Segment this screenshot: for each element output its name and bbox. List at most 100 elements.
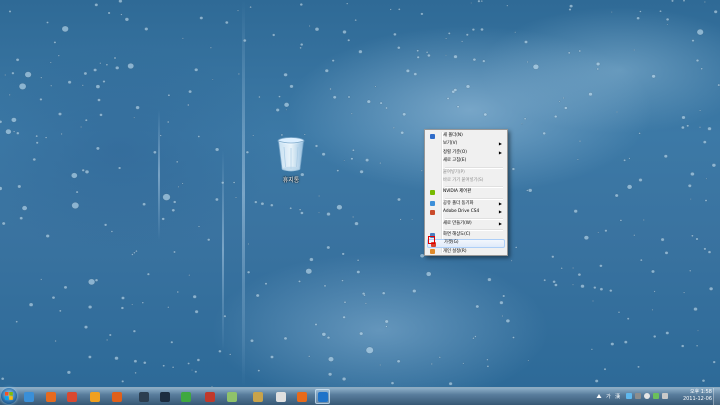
raindrop	[614, 193, 619, 198]
context-menu-item[interactable]: 보기(V) ▶	[427, 140, 505, 148]
context-menu-item[interactable]: 새 폴더(N)	[427, 132, 505, 140]
raindrop	[44, 136, 48, 139]
raindrop	[121, 296, 125, 300]
context-menu-item[interactable]: 개인 설정(R)	[427, 248, 505, 256]
raindrop	[95, 146, 100, 151]
raindrop	[624, 340, 628, 344]
taskbar-app-button[interactable]	[109, 389, 124, 404]
taskbar-app-button[interactable]	[202, 389, 217, 404]
raindrop	[446, 97, 450, 100]
raindrop	[308, 355, 311, 358]
context-menu-item[interactable]: 붙여넣기(P)	[427, 169, 505, 177]
context-menu-item[interactable]: 바로 가기 붙여넣기(S)	[427, 177, 505, 185]
raindrop	[182, 37, 184, 40]
submenu-arrow-icon: ▶	[498, 149, 502, 155]
raindrop	[8, 10, 12, 13]
raindrop	[551, 255, 555, 259]
raindrop	[245, 150, 249, 154]
raindrop	[583, 235, 589, 240]
taskbar-app-button[interactable]	[315, 389, 330, 404]
raindrop	[341, 252, 345, 256]
taskbar-app-button[interactable]	[157, 389, 172, 404]
raindrop	[700, 67, 703, 70]
raindrop	[703, 1, 706, 3]
raindrop	[131, 253, 134, 256]
raindrop	[1, 377, 5, 381]
taskbar-app-button[interactable]	[43, 389, 58, 404]
raindrop	[552, 280, 556, 284]
raindrop	[558, 100, 561, 103]
context-menu-item[interactable]: 화면 해상도(C)	[427, 231, 505, 239]
raindrop	[343, 301, 347, 304]
taskbar-app-button[interactable]	[21, 389, 36, 404]
raindrop	[237, 73, 240, 75]
menu-item-label: 화면 해상도(C)	[443, 231, 471, 237]
taskbar-app-button[interactable]	[224, 389, 239, 404]
taskbar-clock[interactable]: 오후 1:58 2011-12-06	[683, 389, 712, 403]
raindrop	[323, 284, 327, 288]
raindrop	[594, 379, 599, 383]
taskbar-app-button[interactable]	[273, 389, 288, 404]
raindrop	[167, 306, 170, 309]
taskbar-app-button[interactable]	[64, 389, 79, 404]
raindrop	[247, 270, 251, 274]
context-menu-item[interactable]: 새로 만들기(W) ▶	[427, 220, 505, 228]
flag-up-icon[interactable]	[596, 393, 602, 399]
tray-status-icon[interactable]	[653, 393, 659, 399]
start-button[interactable]	[1, 388, 17, 404]
raindrop	[181, 182, 184, 185]
raindrop	[16, 131, 20, 135]
ime-indicator[interactable]: 漢	[615, 393, 620, 400]
raindrop	[135, 250, 138, 253]
raindrop	[626, 184, 633, 190]
context-menu-item[interactable]: NVIDIA 제어판	[427, 188, 505, 196]
raindrop	[326, 212, 331, 216]
raindrop	[314, 144, 319, 148]
raindrop	[135, 105, 140, 110]
raindrop	[314, 323, 318, 326]
raindrop	[374, 85, 377, 88]
menu-item-label: 공유 폴더 동기화	[443, 200, 474, 206]
context-menu-item[interactable]: 가젯(G)	[427, 239, 505, 248]
raindrop	[472, 337, 475, 340]
raindrop	[526, 189, 529, 192]
raindrop	[366, 99, 371, 104]
desktop-wallpaper[interactable]	[0, 0, 720, 387]
raindrop	[604, 229, 608, 233]
raindrop	[346, 2, 349, 5]
raindrop	[501, 315, 504, 317]
taskbar: 가 漢 오후 1:58 2011-12-06	[0, 387, 720, 405]
raindrop	[358, 49, 363, 54]
action-center-icon[interactable]	[662, 393, 668, 399]
raindrop	[633, 234, 636, 237]
taskbar-app-button[interactable]	[87, 389, 102, 404]
raindrop	[705, 178, 708, 180]
raindrop	[462, 362, 465, 365]
tray-app-icon[interactable]	[626, 393, 632, 399]
raindrop	[99, 113, 103, 117]
raindrop	[350, 112, 353, 115]
taskbar-app-button[interactable]	[178, 389, 193, 404]
context-menu-item[interactable]: Adobe Drive CS4 ▶	[427, 208, 505, 216]
context-menu-item[interactable]: 정렬 기준(O) ▶	[427, 149, 505, 157]
photoshop-icon	[317, 391, 328, 402]
raindrop	[347, 95, 351, 99]
desktop-icon-recycle-bin[interactable]: 휴지통	[268, 136, 314, 184]
media-icon	[275, 391, 286, 402]
context-menu-item[interactable]: 새로 고침(E)	[427, 157, 505, 165]
context-menu-item[interactable]: 공유 폴더 동기화 ▶	[427, 200, 505, 208]
raindrop	[81, 84, 84, 87]
menu-item-label: NVIDIA 제어판	[443, 189, 472, 195]
taskbar-app-button[interactable]	[250, 389, 265, 404]
taskbar-app-button[interactable]	[294, 389, 309, 404]
volume-icon[interactable]	[644, 393, 650, 399]
taskbar-app-button[interactable]	[136, 389, 151, 404]
network-icon[interactable]	[635, 393, 641, 399]
language-indicator[interactable]: 가	[606, 393, 611, 400]
paint-icon	[204, 391, 215, 402]
raindrop	[105, 63, 109, 66]
raindrop	[299, 3, 303, 6]
raindrop	[342, 30, 347, 34]
raindrop	[651, 74, 656, 79]
show-desktop-button[interactable]	[713, 388, 720, 405]
